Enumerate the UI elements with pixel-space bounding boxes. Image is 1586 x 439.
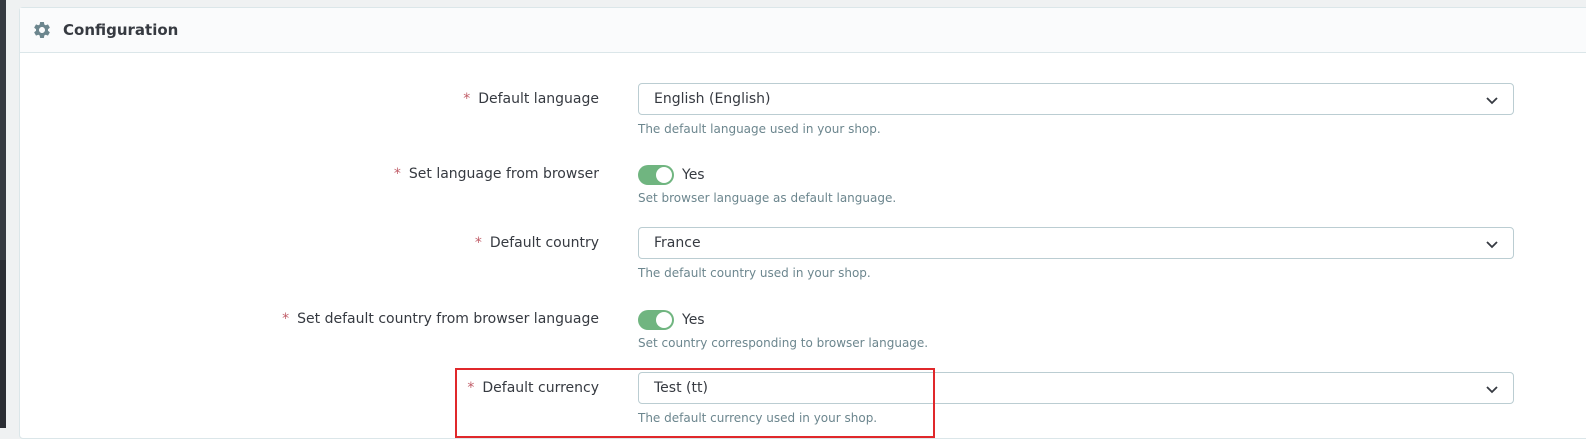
language-from-browser-toggle[interactable]: Yes [638, 165, 705, 185]
default-country-label: * Default country [474, 235, 599, 251]
configuration-panel: Configuration * Default language English … [19, 7, 1586, 439]
default-language-help: The default language used in your shop. [638, 122, 881, 136]
toggle-switch[interactable] [638, 310, 674, 330]
chevron-down-icon [1486, 386, 1498, 394]
country-from-browser-toggle[interactable]: Yes [638, 310, 705, 330]
toggle-state-label: Yes [682, 167, 705, 183]
language-from-browser-label: * Set language from browser [393, 166, 599, 182]
toggle-state-label: Yes [682, 312, 705, 328]
default-currency-label: * Default currency [467, 380, 599, 396]
required-marker: * [393, 166, 401, 182]
country-from-browser-help: Set country corresponding to browser lan… [638, 336, 929, 350]
required-marker: * [474, 235, 482, 251]
default-language-value: English (English) [654, 91, 771, 107]
left-sidebar-edge [0, 0, 6, 428]
default-language-select[interactable]: English (English) [638, 83, 1514, 115]
default-currency-select[interactable]: Test (tt) [638, 372, 1514, 404]
default-currency-value: Test (tt) [654, 380, 708, 396]
required-marker: * [467, 380, 475, 396]
required-marker: * [282, 311, 290, 327]
chevron-down-icon [1486, 97, 1498, 105]
default-country-help: The default country used in your shop. [638, 266, 871, 280]
required-marker: * [463, 91, 471, 107]
gear-icon [32, 20, 52, 40]
default-country-value: France [654, 235, 701, 251]
language-from-browser-help: Set browser language as default language… [638, 191, 897, 205]
toggle-switch[interactable] [638, 165, 674, 185]
default-currency-help: The default currency used in your shop. [638, 411, 878, 425]
panel-title: Configuration [63, 21, 179, 39]
chevron-down-icon [1486, 241, 1498, 249]
panel-header: Configuration [20, 8, 1586, 53]
default-country-select[interactable]: France [638, 227, 1514, 259]
default-language-label: * Default language [463, 91, 599, 107]
country-from-browser-label: * Set default country from browser langua… [282, 311, 599, 327]
